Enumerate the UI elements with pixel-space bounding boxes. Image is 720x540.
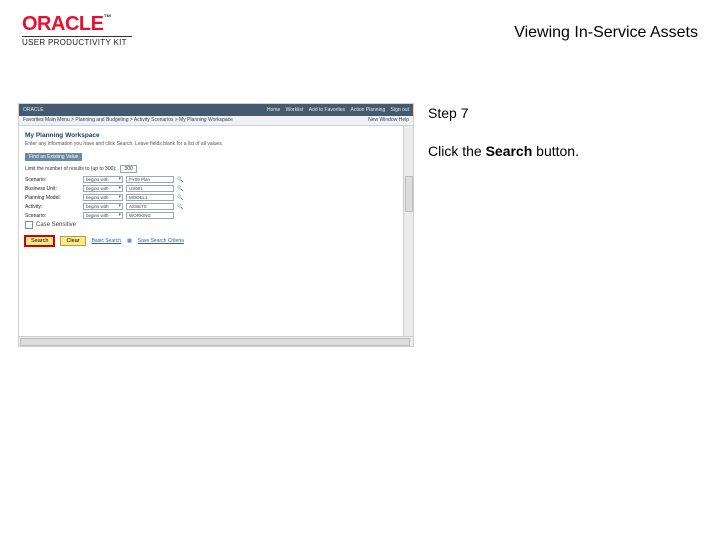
case-label: Case Sensitive [36, 222, 76, 228]
app-screenshot: ORACLE Home Worklist Add to Favorites Ac… [18, 103, 414, 347]
limit-row: Limit the number of results to (up to 30… [19, 165, 413, 176]
oracle-word: ORACLE [22, 13, 103, 35]
instr-before: Click the [428, 143, 486, 159]
breadcrumb: Favorites Main Menu > Planning and Budge… [19, 116, 413, 126]
val-bu[interactable]: US001 [126, 185, 174, 192]
workspace-title: My Planning Workspace [19, 126, 413, 141]
op-activity[interactable]: begins with [83, 203, 123, 210]
op-bu[interactable]: begins with [83, 185, 123, 192]
tab-find-existing[interactable]: Find an Existing Value [25, 153, 82, 161]
op-model[interactable]: begins with [83, 194, 123, 201]
case-checkbox[interactable] [25, 221, 33, 229]
val-model[interactable]: MODEL1 [126, 194, 174, 201]
instruction-pane: Step 7 Click the Search button. [414, 103, 702, 159]
limit-label: Limit the number of results to (up to 30… [25, 166, 116, 172]
search-button[interactable]: Search [25, 236, 54, 246]
lookup-icon[interactable]: 🔍 [177, 186, 183, 192]
val-scenario2[interactable]: WORKING [126, 212, 174, 219]
step-label: Step 7 [428, 105, 702, 121]
save-criteria-link[interactable]: Save Search Criteria [138, 238, 184, 244]
toolbar-right[interactable]: New Window Help [368, 117, 409, 124]
nav-fav[interactable]: Add to Favorites [309, 107, 345, 113]
field-row-scenario2: Scenario: begins with WORKING [25, 212, 407, 219]
app-navbar: ORACLE Home Worklist Add to Favorites Ac… [19, 104, 413, 116]
label-scenario2: Scenario: [25, 213, 80, 219]
limit-input[interactable]: 300 [120, 165, 136, 173]
instr-after: button. [532, 143, 579, 159]
field-row-activity: Activity: begins with ASSETS 🔍 [25, 203, 407, 210]
breadcrumb-text[interactable]: Favorites Main Menu > Planning and Budge… [23, 117, 233, 124]
scroll-thumb-h[interactable] [20, 338, 410, 346]
scroll-thumb-v[interactable] [405, 176, 413, 212]
brand-logo: ORACLE™ USER PRODUCTIVITY KIT [22, 14, 132, 47]
tm-mark: ™ [103, 13, 111, 22]
nav-home[interactable]: Home [267, 107, 280, 113]
nav-oracle: ORACLE [23, 107, 44, 113]
workspace-subtitle: Enter any information you have and click… [19, 141, 413, 151]
instruction-text: Click the Search button. [428, 143, 702, 159]
lookup-icon[interactable]: 🔍 [177, 195, 183, 201]
label-bu: Business Unit: [25, 186, 80, 192]
instr-target: Search [486, 143, 533, 159]
case-row: Case Sensitive [25, 221, 407, 229]
field-row-scenario: Scenario: begins with FY09 Plan 🔍 [25, 176, 407, 183]
scrollbar-horizontal[interactable] [19, 336, 413, 346]
label-model: Planning Model: [25, 195, 80, 201]
label-activity: Activity: [25, 204, 80, 210]
val-scenario[interactable]: FY09 Plan [126, 176, 174, 183]
clear-button[interactable]: Clear [60, 236, 85, 246]
save-icon: ▦ [127, 238, 132, 244]
op-scenario2[interactable]: begins with [83, 212, 123, 219]
label-scenario: Scenario: [25, 177, 80, 183]
search-form: Scenario: begins with FY09 Plan 🔍 Busine… [19, 176, 413, 229]
val-activity[interactable]: ASSETS [126, 203, 174, 210]
page-title: Viewing In-Service Assets [514, 24, 698, 42]
tab-strip: Find an Existing Value [25, 153, 407, 161]
lookup-icon[interactable]: 🔍 [177, 177, 183, 183]
field-row-bu: Business Unit: begins with US001 🔍 [25, 185, 407, 192]
lookup-icon[interactable]: 🔍 [177, 204, 183, 210]
scrollbar-vertical[interactable] [403, 126, 413, 336]
nav-action[interactable]: Action Planning [351, 107, 386, 113]
op-scenario[interactable]: begins with [83, 176, 123, 183]
action-row: Search Clear Basic Search ▦ Save Search … [19, 231, 413, 246]
basic-search-link[interactable]: Basic Search [92, 238, 121, 244]
nav-worklist[interactable]: Worklist [286, 107, 304, 113]
field-row-model: Planning Model: begins with MODEL1 🔍 [25, 194, 407, 201]
upk-subtitle: USER PRODUCTIVITY KIT [22, 38, 132, 47]
nav-signout[interactable]: Sign out [391, 107, 409, 113]
logo-divider [22, 36, 132, 37]
